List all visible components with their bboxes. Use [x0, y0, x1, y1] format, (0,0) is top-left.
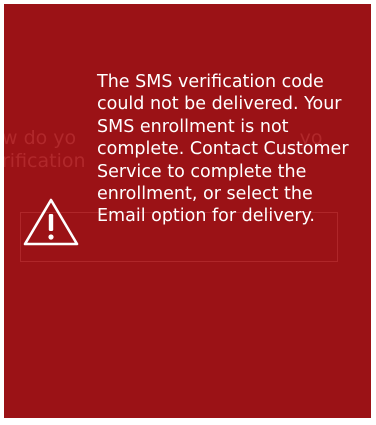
screen-frame: w do yo yo rification The SMS verificati…	[0, 0, 376, 425]
alert-message: The SMS verification code could not be d…	[97, 72, 349, 227]
error-alert-panel: w do yo yo rification The SMS verificati…	[4, 4, 371, 418]
warning-icon	[23, 198, 79, 246]
